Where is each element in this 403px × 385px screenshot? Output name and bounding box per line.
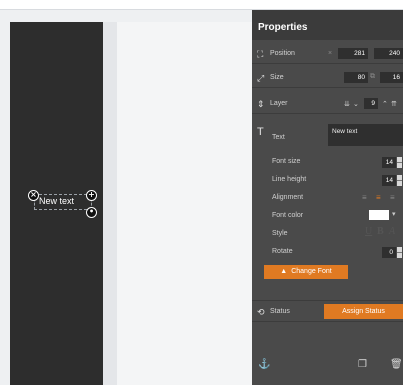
layer-label: Layer — [270, 100, 288, 107]
status-label: Status — [270, 308, 290, 315]
resize-handle-icon[interactable]: + — [86, 190, 97, 201]
alignment-label: Alignment — [272, 194, 304, 201]
remove-element-icon[interactable]: × — [28, 190, 39, 201]
status-row: ⟲ Status Assign Status — [252, 300, 403, 322]
align-left-icon[interactable]: ≡ — [362, 193, 367, 202]
text-input[interactable]: New text — [328, 124, 403, 146]
panel-bottom-toolbar: ⚓ ❐ 🗑 — [252, 356, 403, 378]
underline-button[interactable]: U — [365, 226, 372, 237]
duplicate-icon[interactable]: ❐ — [358, 359, 367, 370]
rotate-label: Rotate — [272, 248, 293, 255]
position-row: ⛶ Position × 281 240 — [252, 44, 403, 64]
line-height-label: Line height — [272, 176, 307, 183]
align-right-icon[interactable]: ≡ — [390, 193, 395, 202]
resize-icon: ⤢ — [257, 73, 265, 83]
layer-bottom-icon[interactable]: ⇊ — [344, 100, 350, 108]
size-lock-icon[interactable]: ⧉ — [370, 73, 375, 81]
trash-icon[interactable]: 🗑 — [390, 359, 403, 370]
rotate-spinner[interactable] — [397, 247, 402, 258]
line-height-input[interactable]: 14 — [382, 175, 396, 186]
anchor-icon[interactable]: ⚓ — [258, 359, 270, 370]
position-label: Position — [270, 50, 295, 57]
line-height-spinner[interactable] — [397, 175, 402, 186]
panel-title: Properties — [252, 10, 403, 40]
font-size-input[interactable]: 14 — [382, 157, 396, 168]
position-x-input[interactable]: 281 — [338, 48, 368, 59]
change-font-button[interactable]: ▲ Change Font — [264, 265, 348, 279]
font-size-label: Font size — [272, 158, 301, 165]
text-label: Text — [272, 134, 285, 141]
layer-row: ⇕ Layer ⇊ ⌄ 9 ⌃ ⇈ — [252, 94, 403, 114]
layer-icon: ⇕ — [257, 99, 265, 109]
change-font-label: Change Font — [291, 268, 332, 275]
size-height-input[interactable]: 16 — [380, 72, 403, 83]
italic-button[interactable]: A — [389, 226, 395, 237]
rotate-handle-icon[interactable]: • — [86, 207, 97, 218]
size-row: ⤢ Size 80 ⧉ 16 — [252, 68, 403, 88]
layer-top-icon[interactable]: ⇈ — [391, 100, 397, 108]
layer-up-icon[interactable]: ⌃ — [382, 100, 388, 108]
canvas-edge — [103, 22, 117, 385]
font-size-spinner[interactable] — [397, 157, 402, 168]
text-icon: T͏ — [257, 126, 264, 138]
font-color-label: Font color — [272, 212, 304, 219]
position-icon: ⛶ — [257, 49, 264, 59]
font-color-swatch[interactable] — [369, 210, 389, 220]
layer-down-icon[interactable]: ⌄ — [353, 100, 359, 108]
stage-area — [117, 22, 252, 385]
coord-sep-icon: × — [328, 50, 333, 57]
status-icon: ⟲ — [257, 307, 265, 317]
warning-icon: ▲ — [280, 268, 288, 275]
canvas-text-content: New text — [39, 196, 75, 206]
color-dropdown-icon[interactable]: ▾ — [392, 210, 396, 218]
layer-input[interactable]: 9 — [364, 98, 378, 109]
top-toolbar — [0, 0, 403, 10]
bold-button[interactable]: B — [377, 226, 384, 237]
style-label: Style — [272, 230, 288, 237]
canvas-text-element[interactable]: New text — [34, 194, 92, 210]
size-width-input[interactable]: 80 — [344, 72, 368, 83]
editor-root: New text × + • Properties ⛶ Position × 2… — [0, 0, 403, 385]
size-label: Size — [270, 74, 284, 81]
assign-status-button[interactable]: Assign Status — [324, 304, 403, 319]
properties-panel: Properties ⛶ Position × 281 240 ⤢ Size 8… — [252, 10, 403, 385]
align-center-icon[interactable]: ≡ — [376, 193, 381, 202]
position-y-input[interactable]: 240 — [374, 48, 403, 59]
rotate-input[interactable]: 0 — [382, 247, 396, 258]
